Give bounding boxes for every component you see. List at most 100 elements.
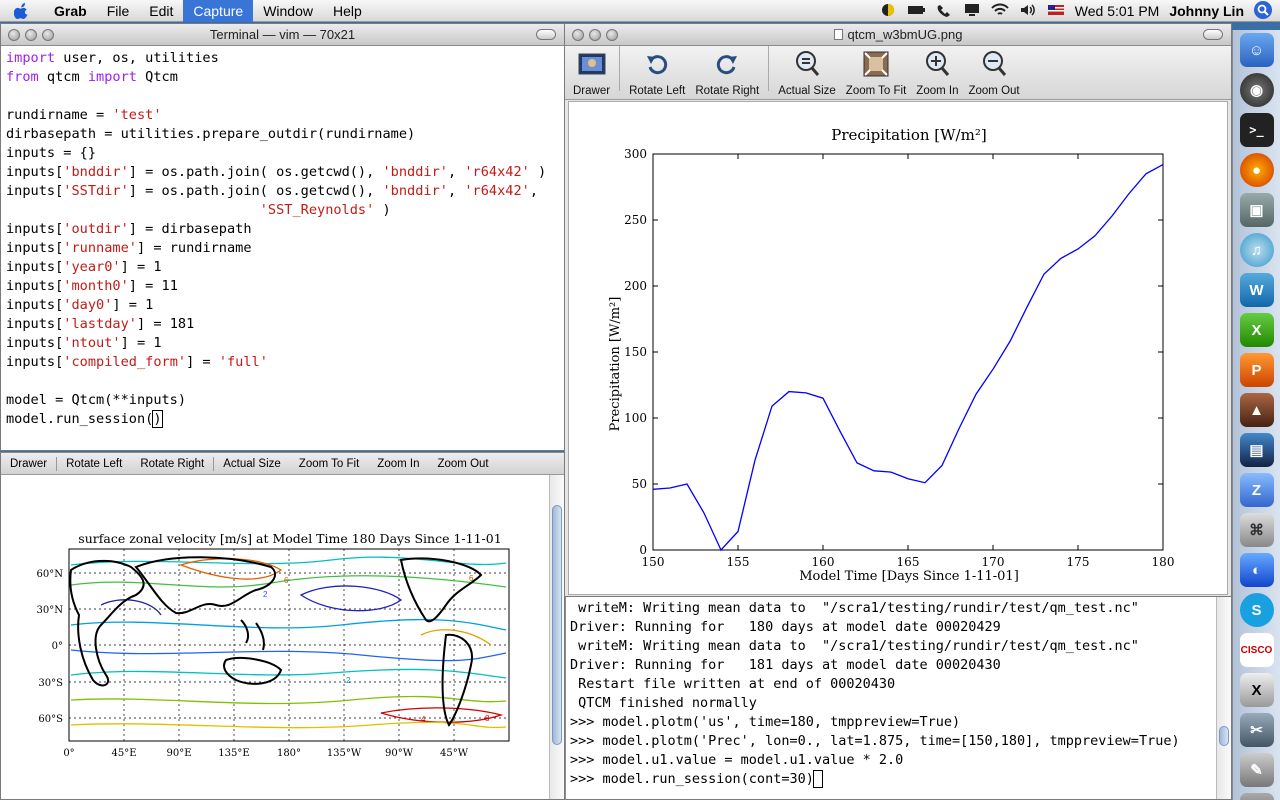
- spotlight-icon[interactable]: [1254, 0, 1272, 22]
- zoom-out-button[interactable]: Zoom Out: [428, 458, 497, 470]
- lat-label: 60°S: [38, 714, 63, 725]
- grab-app-icon[interactable]: ✂: [1239, 713, 1274, 747]
- plot-frame: [652, 153, 1164, 551]
- menu-window[interactable]: Window: [253, 0, 323, 22]
- ichat-icon[interactable]: ◐: [1239, 553, 1274, 587]
- zoom-to-fit-button[interactable]: Zoom To Fit: [846, 49, 906, 97]
- cisco-icon[interactable]: CISCO: [1239, 633, 1274, 667]
- zoom-in-button[interactable]: Zoom In: [368, 458, 428, 470]
- terminal-app-icon[interactable]: >_: [1239, 113, 1274, 147]
- user-name[interactable]: Johnny Lin: [1169, 3, 1244, 19]
- viewer-toolbar: Drawer Rotate Left Rotate Right Actual S…: [565, 41, 1231, 100]
- zip-icon[interactable]: Z: [1239, 473, 1274, 507]
- lon-label: 90°E: [166, 748, 191, 759]
- output-line: QTCM finished normally: [570, 695, 757, 711]
- skype-icon[interactable]: S: [1239, 593, 1274, 627]
- x-tick-label: 155: [727, 555, 750, 569]
- map-scrollbar[interactable]: [549, 475, 564, 799]
- python-terminal-window[interactable]: writeM: Writing mean data to "/scra1/tes…: [565, 590, 1232, 800]
- x-tick-label: 170: [982, 555, 1005, 569]
- drawer-icon: [577, 49, 607, 79]
- volume-icon[interactable]: [1019, 3, 1037, 20]
- flag-icon[interactable]: [1047, 3, 1065, 20]
- phone-icon[interactable]: [935, 3, 953, 20]
- dashboard-icon[interactable]: ◉: [1239, 73, 1274, 107]
- firefox-icon[interactable]: ●: [1239, 153, 1274, 187]
- x-tick-label: 150: [642, 555, 665, 569]
- toolbar-toggle-icon[interactable]: [1203, 29, 1223, 40]
- map-preview-window[interactable]: Drawer Rotate Left Rotate Right Actual S…: [0, 452, 565, 800]
- menu-app-grab[interactable]: Grab: [44, 0, 97, 22]
- contour-label: 8: [485, 714, 490, 723]
- contour-label: 6: [284, 576, 289, 585]
- finder-icon[interactable]: ☺: [1239, 33, 1274, 67]
- map-image: surface zonal velocity [m/s] at Model Ti…: [37, 531, 510, 759]
- prompt-line[interactable]: >>> model.run_session(cont=30): [570, 770, 1231, 789]
- excel-icon[interactable]: X: [1239, 313, 1274, 347]
- actual-size-icon: [792, 49, 822, 79]
- y-tick-label: 0: [639, 543, 647, 557]
- menu-capture[interactable]: Capture: [183, 0, 254, 22]
- output-line: >>> model.plotm('Prec', lon=0., lat=1.87…: [570, 733, 1180, 749]
- zoom-out-button[interactable]: Zoom Out: [968, 49, 1020, 97]
- zoom-to-fit-button[interactable]: Zoom To Fit: [290, 458, 369, 470]
- x-tick-label: 165: [897, 555, 920, 569]
- preview-app-icon[interactable]: ▤: [1239, 433, 1274, 467]
- itunes-icon[interactable]: ♫: [1239, 233, 1274, 267]
- drawer-button[interactable]: Drawer: [1, 458, 56, 470]
- zoom-in-button[interactable]: Zoom In: [916, 49, 958, 97]
- lon-label: 135°E: [218, 748, 249, 759]
- iphoto-icon[interactable]: ▲: [1239, 393, 1274, 427]
- lon-label: 45°W: [440, 748, 469, 759]
- contour-label: 2: [346, 676, 351, 685]
- y-tick-label: 300: [624, 147, 647, 161]
- menu-edit[interactable]: Edit: [139, 0, 183, 22]
- rotate-right-button[interactable]: Rotate Right: [695, 49, 759, 97]
- word-icon[interactable]: W: [1239, 273, 1274, 307]
- status-icon-circle[interactable]: [879, 3, 897, 20]
- lat-label: 30°S: [38, 678, 63, 689]
- dock: ☺ ◉ >_ ● ▣ ♫ W X P ▲ ▤ Z ⌘ ◐ S CISCO X ✂…: [1232, 30, 1280, 800]
- image-viewer-window[interactable]: qtcm_w3bmUG.png Drawer Rotate Left Rotat…: [564, 23, 1232, 597]
- contour-label: 6: [469, 574, 474, 583]
- tools-icon[interactable]: ✎: [1239, 753, 1274, 787]
- series-line: [652, 164, 1164, 552]
- terminal-window[interactable]: Terminal — vim — 70x21 import user, os, …: [0, 23, 565, 451]
- precip-chart: Precipitation [W/m²] Model Time [Days Si…: [608, 126, 1174, 584]
- trash-icon[interactable]: 🗑: [1239, 793, 1274, 800]
- rotate-right-icon: [712, 49, 742, 79]
- terminal-scrollbar[interactable]: [1216, 591, 1231, 799]
- menu-file[interactable]: File: [97, 0, 140, 22]
- terminal-titlebar[interactable]: Terminal — vim — 70x21: [1, 24, 564, 46]
- apple-menu-icon[interactable]: [0, 0, 44, 22]
- lat-label: 30°N: [37, 605, 64, 616]
- clock[interactable]: Wed 5:01 PM: [1075, 3, 1160, 19]
- display-icon[interactable]: [963, 3, 981, 20]
- drawer-button[interactable]: Drawer: [573, 49, 610, 97]
- output-line: Restart file written at end of 00020430: [570, 676, 896, 692]
- battery-icon[interactable]: [907, 3, 925, 20]
- x11-icon[interactable]: X: [1239, 673, 1274, 707]
- output-line: >>> model.u1.value = model.u1.value * 2.…: [570, 752, 904, 768]
- map-preview-toolbar: Drawer Rotate Left Rotate Right Actual S…: [1, 453, 564, 475]
- powerpoint-icon[interactable]: P: [1239, 353, 1274, 387]
- output-line: writeM: Writing mean data to "/scra1/tes…: [570, 600, 1139, 616]
- script-editor-icon[interactable]: ⌘: [1239, 513, 1274, 547]
- python-output[interactable]: writeM: Writing mean data to "/scra1/tes…: [566, 591, 1231, 789]
- toolbar-toggle-icon[interactable]: [536, 29, 556, 40]
- actual-size-button[interactable]: Actual Size: [778, 49, 836, 97]
- menu-help[interactable]: Help: [323, 0, 372, 22]
- file-icon: [833, 29, 843, 40]
- rotate-left-button[interactable]: Rotate Left: [57, 458, 131, 470]
- y-tick-label: 200: [624, 279, 647, 293]
- system-icon[interactable]: ▣: [1239, 193, 1274, 227]
- lat-label: 60°N: [37, 569, 64, 580]
- vim-buffer[interactable]: import user, os, utilities from qtcm imp…: [1, 46, 564, 429]
- rotate-right-button[interactable]: Rotate Right: [131, 458, 213, 470]
- rotate-left-button[interactable]: Rotate Left: [629, 49, 685, 97]
- wifi-icon[interactable]: [991, 3, 1009, 20]
- rotate-left-icon: [642, 49, 672, 79]
- actual-size-button[interactable]: Actual Size: [214, 458, 290, 470]
- lat-label: 0°: [52, 641, 63, 652]
- viewer-titlebar[interactable]: qtcm_w3bmUG.png: [565, 24, 1231, 46]
